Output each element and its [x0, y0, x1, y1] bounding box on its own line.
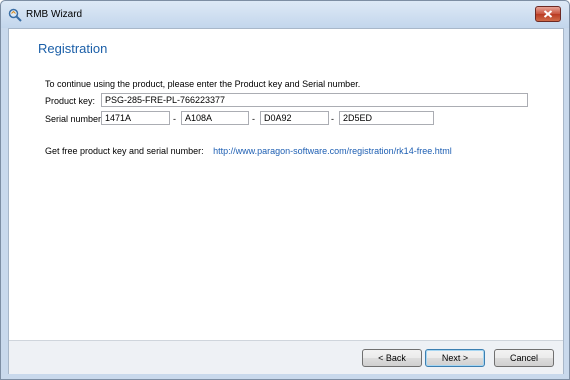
- free-key-label: Get free product key and serial number:: [45, 146, 204, 156]
- serial-part-4-input[interactable]: 2D5ED: [339, 111, 434, 125]
- serial-part-2-input[interactable]: A108A: [181, 111, 249, 125]
- product-key-label: Product key:: [45, 96, 96, 106]
- close-icon: [543, 10, 553, 18]
- page-title: Registration: [38, 41, 108, 56]
- back-button[interactable]: < Back: [362, 349, 422, 367]
- free-key-row: Get free product key and serial number: …: [45, 146, 452, 156]
- serial-part-1-input[interactable]: 1471A: [101, 111, 170, 125]
- app-icon: [8, 8, 22, 22]
- button-bar: < Back Next > Cancel: [9, 340, 563, 374]
- close-button[interactable]: [535, 6, 561, 22]
- serial-separator: -: [252, 114, 255, 124]
- product-key-input[interactable]: PSG-285-FRE-PL-766223377: [101, 93, 528, 107]
- instruction-text: To continue using the product, please en…: [45, 79, 361, 89]
- serial-part-3-input[interactable]: D0A92: [260, 111, 329, 125]
- serial-number-label: Serial number:: [45, 114, 104, 124]
- wizard-window: RMB Wizard Registration To continue usin…: [0, 0, 570, 380]
- cancel-button[interactable]: Cancel: [494, 349, 554, 367]
- window-title: RMB Wizard: [26, 9, 83, 20]
- next-button[interactable]: Next >: [425, 349, 485, 367]
- wizard-content: Registration To continue using the produ…: [8, 28, 564, 374]
- serial-separator: -: [331, 114, 334, 124]
- title-bar[interactable]: RMB Wizard: [1, 1, 569, 28]
- free-key-link[interactable]: http://www.paragon-software.com/registra…: [213, 146, 452, 156]
- serial-separator: -: [173, 114, 176, 124]
